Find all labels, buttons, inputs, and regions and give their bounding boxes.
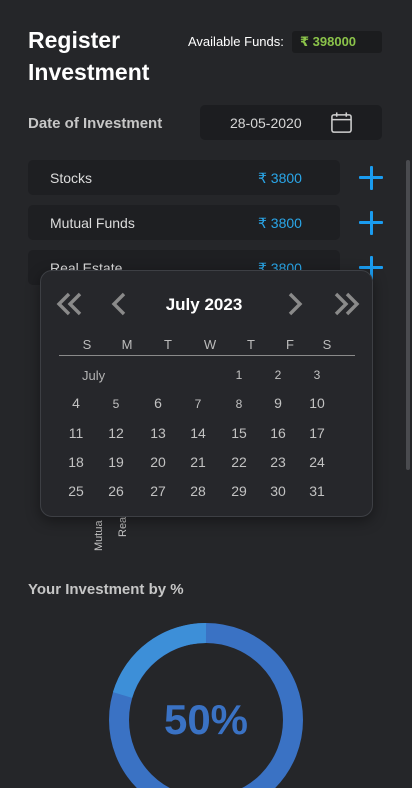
- calendar-day[interactable]: 21: [185, 454, 211, 470]
- date-picker-field[interactable]: 28-05-2020: [200, 105, 382, 140]
- investment-name: Mutual Funds: [50, 215, 135, 231]
- calendar-day[interactable]: 31: [304, 483, 330, 499]
- calendar-month-label: July: [82, 368, 106, 383]
- scrollbar[interactable]: [406, 160, 410, 470]
- double-chevron-right-icon[interactable]: [331, 291, 361, 317]
- calendar-day[interactable]: 12: [103, 425, 129, 441]
- calendar-day[interactable]: 20: [145, 454, 171, 470]
- calendar-day[interactable]: 16: [265, 425, 291, 441]
- calendar-day[interactable]: 28: [185, 483, 211, 499]
- calendar-day[interactable]: 6: [145, 395, 171, 411]
- available-funds-label: Available Funds:: [188, 34, 284, 49]
- investment-row-mutual-funds[interactable]: Mutual Funds ₹ 3800: [28, 205, 340, 240]
- bar-label-real-estate: Rea: [117, 516, 129, 537]
- weekday-divider: [59, 355, 355, 356]
- calendar-day[interactable]: 26: [103, 483, 129, 499]
- investment-percent-title: Your Investment by %: [28, 581, 184, 598]
- bar-label-mutual-funds: Mutua: [93, 520, 105, 551]
- investment-amount: ₹ 3800: [258, 170, 302, 186]
- weekday-header: S M T W T F S: [59, 337, 355, 357]
- calendar-day[interactable]: 27: [145, 483, 171, 499]
- calendar-month-title[interactable]: July 2023: [41, 295, 367, 315]
- calendar-day[interactable]: 7: [185, 397, 211, 411]
- date-value: 28-05-2020: [230, 115, 302, 131]
- page-title-line2: Investment: [28, 59, 150, 85]
- available-funds-value: ₹ 398000: [292, 31, 382, 53]
- weekday-label: T: [247, 337, 255, 352]
- calendar-day[interactable]: 15: [226, 425, 252, 441]
- page-title: Register Investment: [28, 24, 149, 88]
- weekday-label: M: [121, 337, 133, 352]
- calendar-day[interactable]: 25: [63, 483, 89, 499]
- donut-center-value: 50%: [163, 696, 249, 743]
- calendar-day[interactable]: 3: [304, 368, 330, 382]
- weekday-label: S: [82, 337, 92, 352]
- investment-name: Stocks: [50, 170, 93, 186]
- calendar-popup: July 2023 S M T W T F S July 1 2 3 4 5 6 7 8 9 10…: [40, 270, 373, 517]
- calendar-day[interactable]: 13: [145, 425, 171, 441]
- calendar-day[interactable]: 17: [304, 425, 330, 441]
- chevron-right-icon[interactable]: [279, 291, 309, 317]
- weekday-label: F: [286, 337, 294, 352]
- donut-ring-highlight: [112, 622, 207, 699]
- add-stocks-button[interactable]: [359, 166, 383, 190]
- weekday-label: S: [322, 337, 332, 352]
- add-mutual-funds-button[interactable]: [359, 211, 383, 235]
- weekday-label: W: [203, 337, 217, 352]
- calendar-day[interactable]: 9: [265, 395, 291, 411]
- investment-row-stocks[interactable]: Stocks ₹ 3800: [28, 160, 340, 195]
- calendar-day[interactable]: 2: [265, 368, 291, 382]
- calendar-day[interactable]: 22: [226, 454, 252, 470]
- calendar-day[interactable]: 5: [103, 397, 129, 411]
- calendar-day[interactable]: 8: [226, 397, 252, 411]
- calendar-day[interactable]: 10: [304, 395, 330, 411]
- investment-amount: ₹ 3800: [258, 215, 302, 231]
- calendar-day[interactable]: 23: [265, 454, 291, 470]
- calendar-day[interactable]: 19: [103, 454, 129, 470]
- page-title-line1: Register: [28, 27, 121, 53]
- calendar-day[interactable]: 4: [63, 395, 89, 411]
- calendar-day[interactable]: 11: [63, 425, 89, 441]
- calendar-day[interactable]: 18: [63, 454, 89, 470]
- weekday-label: T: [164, 337, 172, 352]
- calendar-day[interactable]: 1: [226, 368, 252, 382]
- calendar-icon[interactable]: [330, 111, 353, 134]
- date-of-investment-label: Date of Investment: [28, 115, 163, 132]
- calendar-day[interactable]: 24: [304, 454, 330, 470]
- calendar-day[interactable]: 29: [226, 483, 252, 499]
- calendar-day[interactable]: 30: [265, 483, 291, 499]
- calendar-day[interactable]: 14: [185, 425, 211, 441]
